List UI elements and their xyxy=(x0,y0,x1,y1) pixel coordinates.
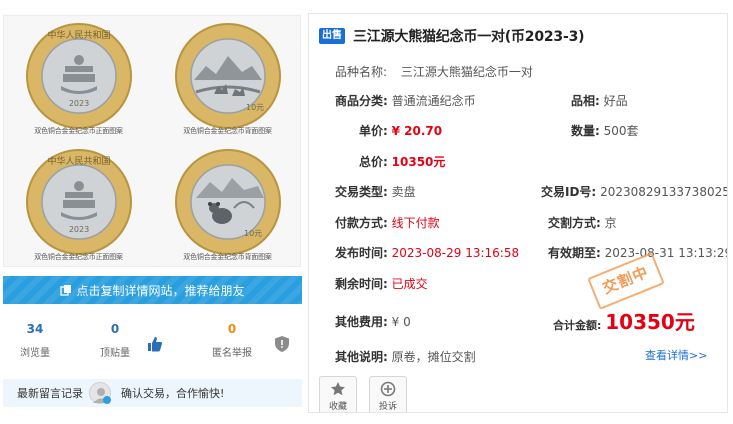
delivery-key: 交割方式: xyxy=(548,216,601,230)
coin-denom-text: 10元 xyxy=(246,103,264,112)
likes-count: 0 xyxy=(110,322,120,336)
other-note-value: 原卷，摊位交割 xyxy=(391,350,476,364)
listing-detail-panel: 出售 三江源大熊猫纪念币一对(币2023-3) 品种名称: 三江源大熊猫纪念币一… xyxy=(308,13,728,413)
thumbs-up-icon[interactable] xyxy=(147,336,163,352)
total-price-field: 总价: 10350元 xyxy=(359,153,445,170)
quantity-value: 500套 xyxy=(603,124,639,138)
total-price-value: 10350元 xyxy=(391,155,446,169)
payment-key: 付款方式: xyxy=(335,216,388,230)
comment-label: 最新留言记录 xyxy=(17,387,83,400)
listing-title-row: 出售 三江源大熊猫纪念币一对(币2023-3) xyxy=(319,26,585,46)
delivery-value: 京 xyxy=(604,216,617,230)
trade-type-key: 交易类型: xyxy=(335,185,388,199)
copy-share-link-button[interactable]: 点击复制详情网站，推荐给朋友 xyxy=(3,276,302,304)
sum-key: 合计金额: xyxy=(553,319,602,332)
coin-caption: 双色铜合金金纪念币正面图案 xyxy=(34,253,123,261)
payment-field: 付款方式: 线下付款 xyxy=(335,214,440,231)
unit-price-field: 单价: ¥ 20.70 xyxy=(359,122,442,139)
coin-year-text: 2023 xyxy=(68,99,88,108)
coin-front-2[interactable]: 2023 中华人民共和国 双色铜合金金纪念币正面图案 xyxy=(4,142,153,268)
variety-field: 品种名称: 三江源大熊猫纪念币一对 xyxy=(335,63,533,80)
sum-field: 合计金额: 10350元 xyxy=(553,306,695,335)
coin-front-image: 2023 中华人民共和国 xyxy=(25,23,132,129)
variety-value: 三江源大熊猫纪念币一对 xyxy=(400,65,533,79)
other-note-key: 其他说明: xyxy=(335,350,388,364)
valid-until-key: 有效期至: xyxy=(548,246,601,260)
sell-badge: 出售 xyxy=(319,28,345,44)
category-field: 商品分类: 普通流通纪念币 xyxy=(335,92,476,109)
sum-value: 10350元 xyxy=(605,310,695,334)
other-note-field: 其他说明: 原卷，摊位交割 xyxy=(335,348,476,365)
reports-stat: 0 匿名举报 xyxy=(209,322,255,359)
copy-icon xyxy=(60,285,72,296)
coin-image-grid[interactable]: 2023 中华人民共和国 双色铜合金金纪念币正面图案 10元 双色铜合金金纪念币… xyxy=(3,15,301,267)
star-icon xyxy=(331,382,345,396)
coin-back-2[interactable]: 10元 双色铜合金金纪念币背面图案 xyxy=(153,142,302,268)
quantity-field: 数量: 500套 xyxy=(571,122,639,139)
coin-caption: 双色铜合金金纪念币背面图案 xyxy=(183,253,272,261)
category-value: 普通流通纪念币 xyxy=(391,94,476,108)
trade-type-value: 卖盘 xyxy=(391,185,416,199)
likes-label: 顶贴量 xyxy=(100,348,130,359)
other-fee-value: ¥ 0 xyxy=(391,315,411,329)
delivery-field: 交割方式: 京 xyxy=(548,214,617,231)
grade-key: 品相: xyxy=(571,94,600,108)
remaining-time-key: 剩余时间: xyxy=(335,277,388,291)
category-key: 商品分类: xyxy=(335,94,388,108)
coin-front-image: 2023 中华人民共和国 xyxy=(25,149,132,255)
coin-caption: 双色铜合金金纪念币背面图案 xyxy=(183,127,272,135)
remaining-time-value: 已成交 xyxy=(391,277,428,291)
share-label: 点击复制详情网站，推荐给朋友 xyxy=(76,283,245,298)
stats-row: 34 浏览量 0 顶贴量 0 匿名举报 xyxy=(3,322,302,367)
remaining-time-field: 剩余时间: 已成交 xyxy=(335,275,428,292)
publish-time-value: 2023-08-29 13:16:58 xyxy=(391,246,520,260)
quantity-key: 数量: xyxy=(571,124,600,138)
trade-id-key: 交易ID号: xyxy=(541,185,597,199)
reports-label: 匿名举报 xyxy=(212,348,252,359)
views-stat: 34 浏览量 xyxy=(15,322,55,359)
trade-type-field: 交易类型: 卖盘 xyxy=(335,183,416,200)
valid-until-value: 2023-08-31 13:13:29 xyxy=(604,246,728,260)
trade-id-value: 2023082913373802582 xyxy=(600,185,727,199)
complain-button[interactable]: 投诉 xyxy=(369,376,407,412)
total-price-key: 总价: xyxy=(359,155,388,169)
favorite-label: 收藏 xyxy=(328,402,347,412)
reports-count: 0 xyxy=(227,322,237,336)
variety-key: 品种名称: xyxy=(335,65,388,79)
coin-country-text: 中华人民共和国 xyxy=(47,155,110,167)
publish-time-key: 发布时间: xyxy=(335,246,388,260)
coin-caption: 双色铜合金金纪念币正面图案 xyxy=(34,127,123,135)
view-details-link[interactable]: 查看详情>> xyxy=(645,347,707,363)
coin-back-image: 10元 xyxy=(174,23,281,129)
grade-field: 品相: 好品 xyxy=(571,92,628,109)
other-fee-key: 其他费用: xyxy=(335,315,388,329)
other-fee-field: 其他费用: ¥ 0 xyxy=(335,313,411,330)
page-title: 三江源大熊猫纪念币一对(币2023-3) xyxy=(353,29,585,45)
coin-back-1[interactable]: 10元 双色铜合金金纪念币背面图案 xyxy=(153,16,302,142)
favorite-button[interactable]: 收藏 xyxy=(319,376,357,412)
complain-label: 投诉 xyxy=(378,402,397,412)
coin-denom-text: 10元 xyxy=(244,229,262,238)
views-count: 34 xyxy=(26,322,44,336)
coin-country-text: 中华人民共和国 xyxy=(47,29,110,41)
complaint-icon xyxy=(380,381,396,397)
user-avatar-icon xyxy=(93,388,111,404)
likes-stat: 0 顶贴量 xyxy=(95,322,135,359)
publish-time-field: 发布时间: 2023-08-29 13:16:58 xyxy=(335,244,519,261)
shield-report-icon[interactable] xyxy=(275,336,289,352)
avatar[interactable] xyxy=(89,382,111,404)
views-label: 浏览量 xyxy=(20,348,50,359)
coin-back-image: 10元 xyxy=(174,149,281,255)
grade-value: 好品 xyxy=(603,94,628,108)
coin-year-text: 2023 xyxy=(68,225,88,234)
latest-comment-bar: 最新留言记录 确认交易，合作愉快! xyxy=(3,379,302,407)
coin-front-1[interactable]: 2023 中华人民共和国 双色铜合金金纪念币正面图案 xyxy=(4,16,153,142)
payment-value: 线下付款 xyxy=(391,216,440,230)
comment-text: 确认交易，合作愉快! xyxy=(121,387,225,400)
unit-price-value: ¥ 20.70 xyxy=(391,124,443,138)
left-panel: 2023 中华人民共和国 双色铜合金金纪念币正面图案 10元 双色铜合金金纪念币… xyxy=(0,0,305,424)
trade-id-field: 交易ID号: 2023082913373802582 xyxy=(541,183,727,200)
unit-price-key: 单价: xyxy=(359,124,388,138)
